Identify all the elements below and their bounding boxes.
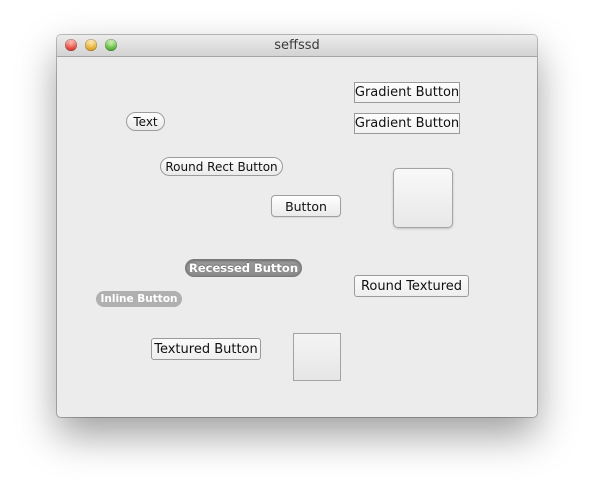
square-button[interactable] (393, 168, 453, 228)
recessed-button[interactable]: Recessed Button (185, 259, 302, 277)
textured-button[interactable]: Textured Button (151, 338, 261, 360)
text-button[interactable]: Text (126, 112, 165, 131)
round-textured-button[interactable]: Round Textured (354, 275, 469, 297)
gradient-button-1[interactable]: Gradient Button (354, 82, 460, 103)
round-rect-button[interactable]: Round Rect Button (160, 157, 283, 176)
title-bar[interactable]: seffssd (57, 35, 537, 57)
push-button[interactable]: Button (271, 195, 341, 217)
window-title: seffssd (274, 38, 320, 53)
gradient-button-2[interactable]: Gradient Button (354, 113, 460, 134)
bevel-button[interactable] (293, 333, 341, 381)
app-window: seffssd Gradient Button Gradient Button … (57, 35, 537, 417)
inline-button[interactable]: Inline Button (96, 291, 182, 307)
